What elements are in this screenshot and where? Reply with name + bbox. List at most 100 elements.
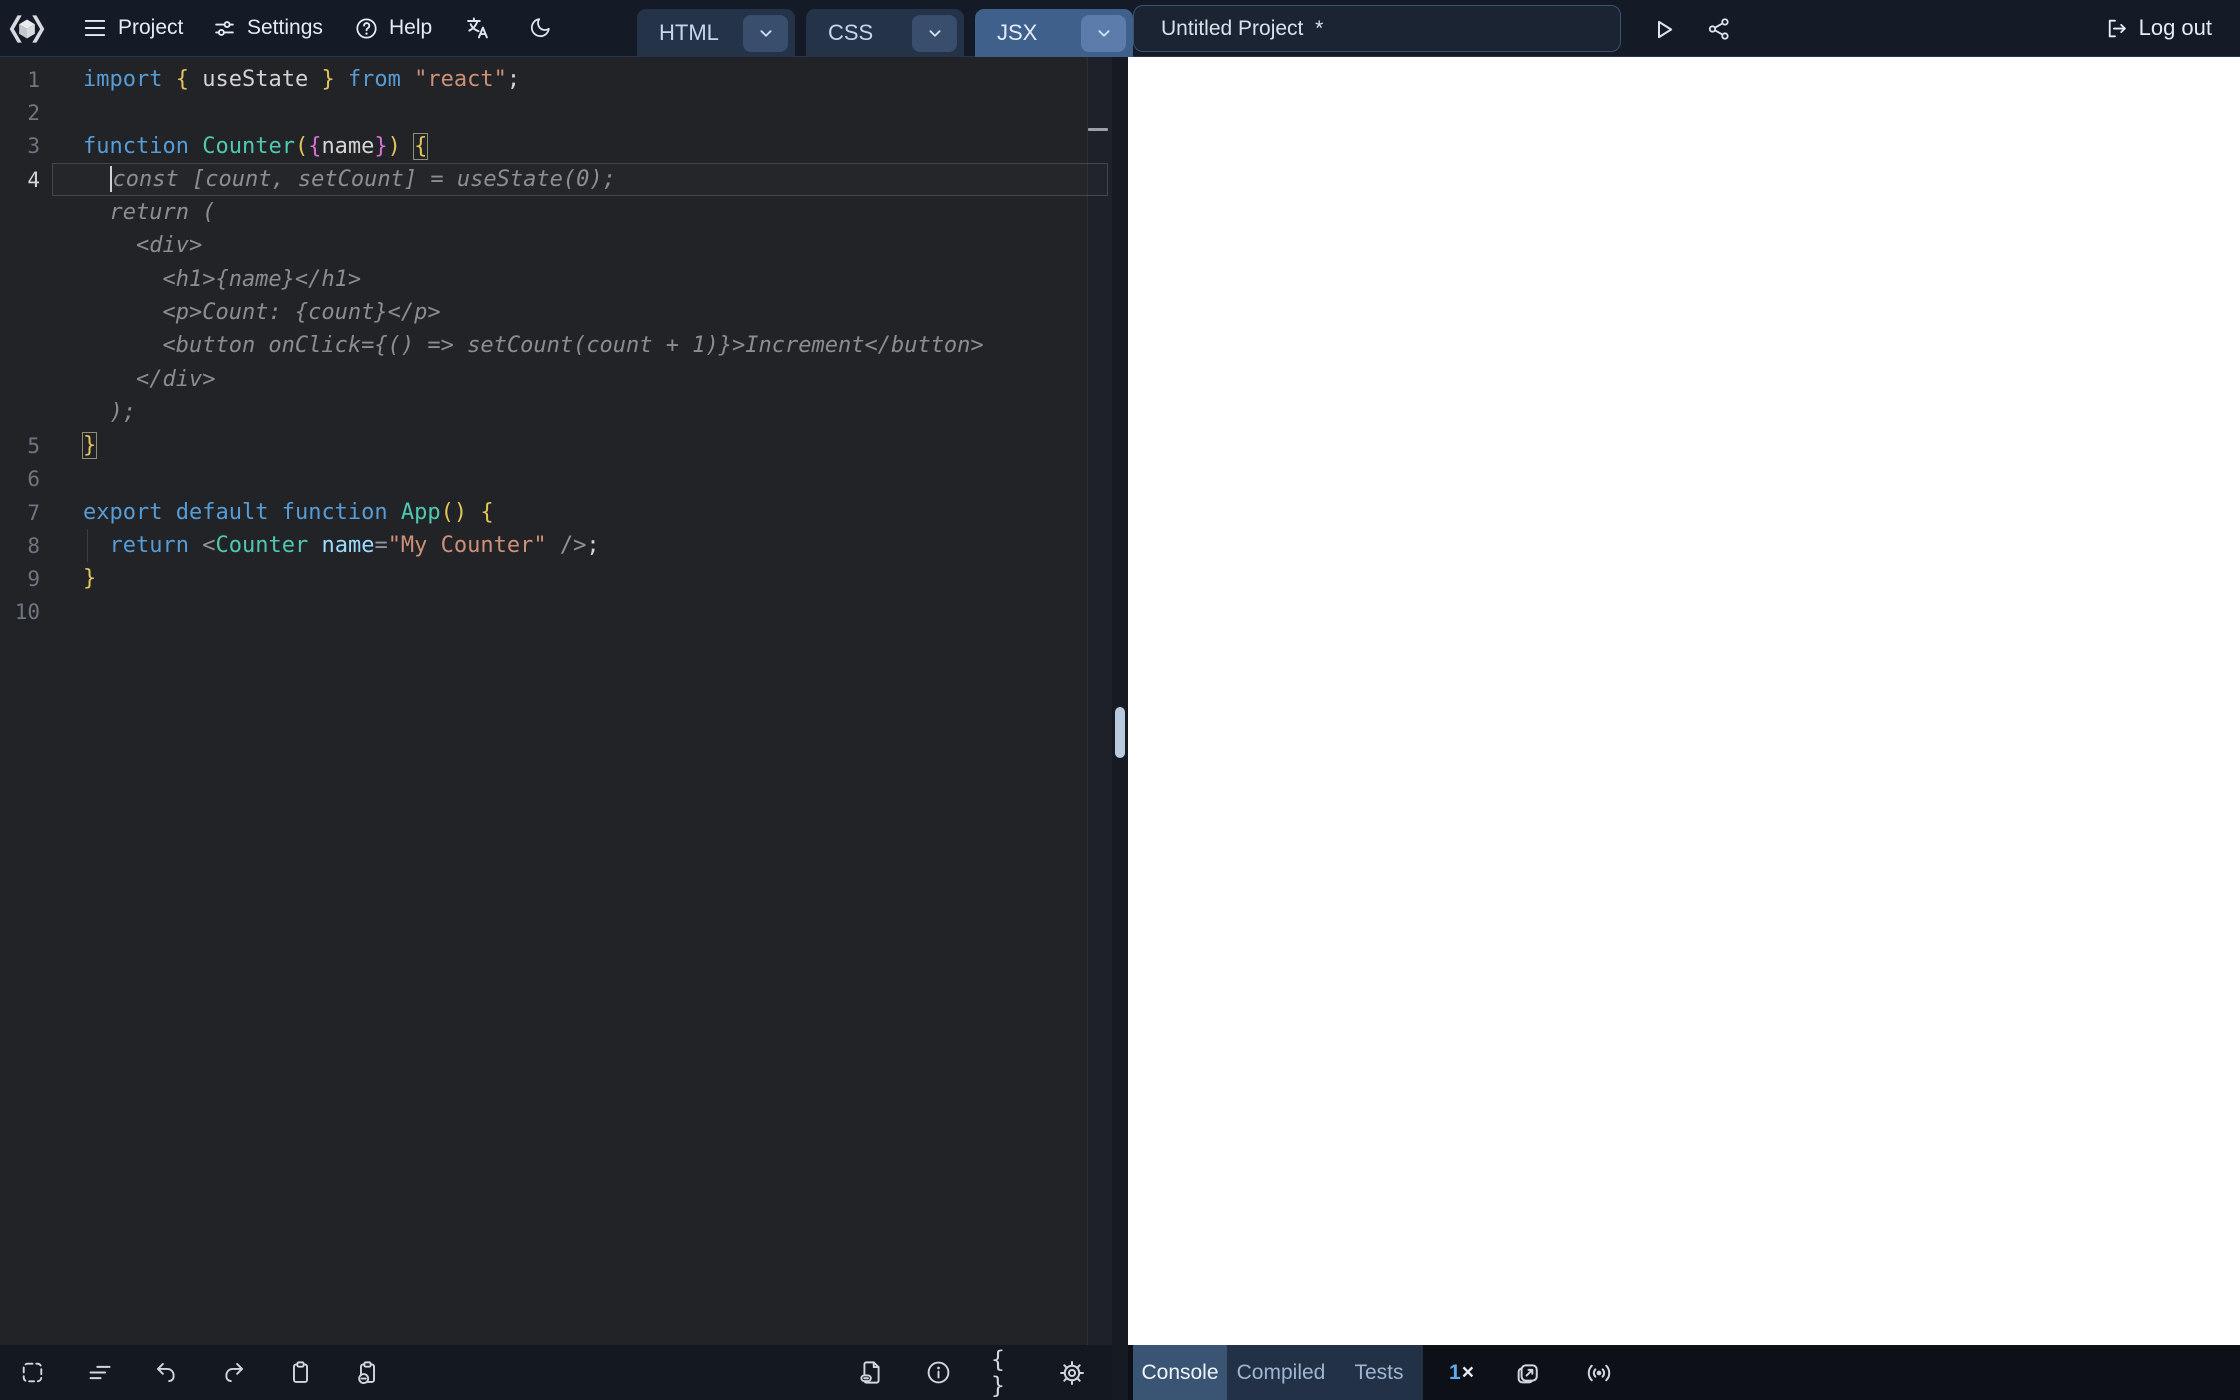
code-token: export bbox=[83, 500, 162, 525]
code-line[interactable]: 8 return <Counter name="My Counter" />; bbox=[0, 529, 1112, 562]
console-bar: ConsoleCompiledTests 1 × bbox=[1128, 1345, 2240, 1400]
editor-toolbar-right: { } bbox=[857, 1359, 1086, 1387]
code-line[interactable]: 10 bbox=[0, 596, 1112, 629]
project-menu-label: Project bbox=[118, 16, 183, 40]
code-line[interactable]: 6 bbox=[0, 463, 1112, 496]
editor-tab-css[interactable]: CSS bbox=[806, 9, 964, 57]
clipboard-remove-icon[interactable] bbox=[353, 1359, 381, 1387]
logout-label: Log out bbox=[2139, 15, 2212, 41]
code-text: const [count, setCount] = useState(0); bbox=[48, 163, 1112, 196]
open-external-icon[interactable] bbox=[1514, 1359, 1542, 1387]
code-token bbox=[401, 67, 414, 92]
code-token: Counter bbox=[215, 533, 308, 558]
broadcast-icon[interactable] bbox=[1584, 1358, 1614, 1388]
code-token bbox=[162, 500, 175, 525]
undo-icon[interactable] bbox=[152, 1359, 180, 1387]
chevron-down-icon[interactable] bbox=[743, 15, 788, 52]
speed-number: 1 bbox=[1449, 1361, 1461, 1385]
code-editor-pane[interactable]: 1import { useState } from "react";23func… bbox=[0, 57, 1112, 1345]
code-line[interactable]: 4 const [count, setCount] = useState(0); bbox=[0, 163, 1112, 196]
file-link-icon[interactable] bbox=[857, 1359, 885, 1387]
code-token: () bbox=[441, 500, 468, 525]
code-text: } bbox=[48, 562, 1112, 595]
project-menu-button[interactable]: Project bbox=[82, 0, 183, 56]
console-tab-bar: ConsoleCompiledTests bbox=[1133, 1345, 1423, 1400]
run-play-icon[interactable] bbox=[1650, 16, 1677, 43]
code-text: ); bbox=[48, 396, 1112, 429]
code-token: { bbox=[480, 500, 493, 525]
ghost-code-line[interactable]: ); bbox=[0, 396, 1112, 429]
line-number: 2 bbox=[0, 101, 48, 125]
redo-icon[interactable] bbox=[219, 1359, 247, 1387]
chevron-down-icon[interactable] bbox=[1081, 15, 1126, 52]
code-token: Counter bbox=[202, 134, 295, 159]
format-indent-icon[interactable] bbox=[85, 1359, 113, 1387]
code-token: import bbox=[83, 67, 162, 92]
line-number: 7 bbox=[0, 501, 48, 525]
console-tab-console[interactable]: Console bbox=[1133, 1345, 1227, 1400]
logout-button[interactable]: Log out bbox=[2104, 0, 2212, 56]
code-line[interactable]: 3function Counter({name}) { bbox=[0, 130, 1112, 163]
braces-icon[interactable]: { } bbox=[991, 1359, 1019, 1387]
speed-unit: × bbox=[1462, 1361, 1474, 1385]
settings-menu-button[interactable]: Settings bbox=[212, 0, 323, 56]
ghost-code-line[interactable]: return ( bbox=[0, 196, 1112, 229]
ghost-code-line[interactable]: <p>Count: {count}</p> bbox=[0, 296, 1112, 329]
code-token: /> bbox=[560, 533, 587, 558]
help-menu-label: Help bbox=[389, 16, 432, 40]
editor-tab-jsx[interactable]: JSX bbox=[975, 9, 1133, 57]
pane-resize-handle[interactable] bbox=[1115, 707, 1125, 758]
code-token bbox=[268, 500, 281, 525]
help-menu-button[interactable]: Help bbox=[354, 0, 432, 56]
select-region-icon[interactable] bbox=[18, 1359, 46, 1387]
line-number: 4 bbox=[0, 168, 48, 192]
console-tab-compiled[interactable]: Compiled bbox=[1227, 1345, 1335, 1400]
code-line[interactable]: 2 bbox=[0, 96, 1112, 129]
ghost-code-line[interactable]: <h1>{name}</h1> bbox=[0, 263, 1112, 296]
ghost-code-line[interactable]: </div> bbox=[0, 363, 1112, 396]
share-icon[interactable] bbox=[1706, 16, 1732, 42]
speed-toggle-button[interactable]: 1 × bbox=[1449, 1361, 1474, 1385]
code-token bbox=[335, 67, 348, 92]
code-token: } bbox=[83, 433, 96, 458]
code-line[interactable]: 5} bbox=[0, 429, 1112, 462]
code-token: return bbox=[110, 533, 189, 558]
indent-guide bbox=[87, 529, 88, 562]
app-logo-icon[interactable] bbox=[6, 8, 48, 50]
code-line[interactable]: 9} bbox=[0, 562, 1112, 595]
info-icon[interactable] bbox=[924, 1359, 952, 1387]
console-tab-tests[interactable]: Tests bbox=[1335, 1345, 1423, 1400]
clipboard-icon[interactable] bbox=[286, 1359, 314, 1387]
translate-icon[interactable] bbox=[464, 14, 492, 42]
ghost-code-line[interactable]: <button onClick={() => setCount(count + … bbox=[0, 329, 1112, 362]
code-text: return ( bbox=[48, 196, 1112, 229]
code-token: "react" bbox=[414, 67, 507, 92]
line-number: 5 bbox=[0, 434, 48, 458]
code-token: name bbox=[321, 134, 374, 159]
code-token: from bbox=[348, 67, 401, 92]
project-name-input[interactable] bbox=[1133, 5, 1621, 52]
code-line[interactable]: 1import { useState } from "react"; bbox=[0, 63, 1112, 96]
logout-icon bbox=[2104, 16, 2129, 41]
line-number: 3 bbox=[0, 134, 48, 158]
code-token: const [count, setCount] = useState(0); bbox=[113, 167, 616, 192]
settings-gear-icon[interactable] bbox=[1058, 1359, 1086, 1387]
ghost-code-line[interactable]: <div> bbox=[0, 229, 1112, 262]
code-token: <div> bbox=[83, 233, 202, 258]
code-token: </div> bbox=[83, 367, 215, 392]
preview-pane[interactable] bbox=[1128, 57, 2240, 1345]
code-text: } bbox=[48, 429, 1112, 462]
moon-icon[interactable] bbox=[528, 15, 553, 40]
editor-tab-label: CSS bbox=[828, 20, 873, 46]
code-token bbox=[83, 167, 110, 192]
code-line[interactable]: 7export default function App() { bbox=[0, 496, 1112, 529]
line-number: 6 bbox=[0, 467, 48, 491]
code-token: <h1>{name}</h1> bbox=[83, 267, 361, 292]
editor-tab-html[interactable]: HTML bbox=[637, 9, 795, 57]
line-number: 1 bbox=[0, 68, 48, 92]
code-token: <p>Count: {count}</p> bbox=[83, 300, 441, 325]
code-token bbox=[162, 67, 175, 92]
chevron-down-icon[interactable] bbox=[912, 15, 957, 52]
code-token: "My Counter" bbox=[388, 533, 547, 558]
code-token bbox=[401, 134, 414, 159]
